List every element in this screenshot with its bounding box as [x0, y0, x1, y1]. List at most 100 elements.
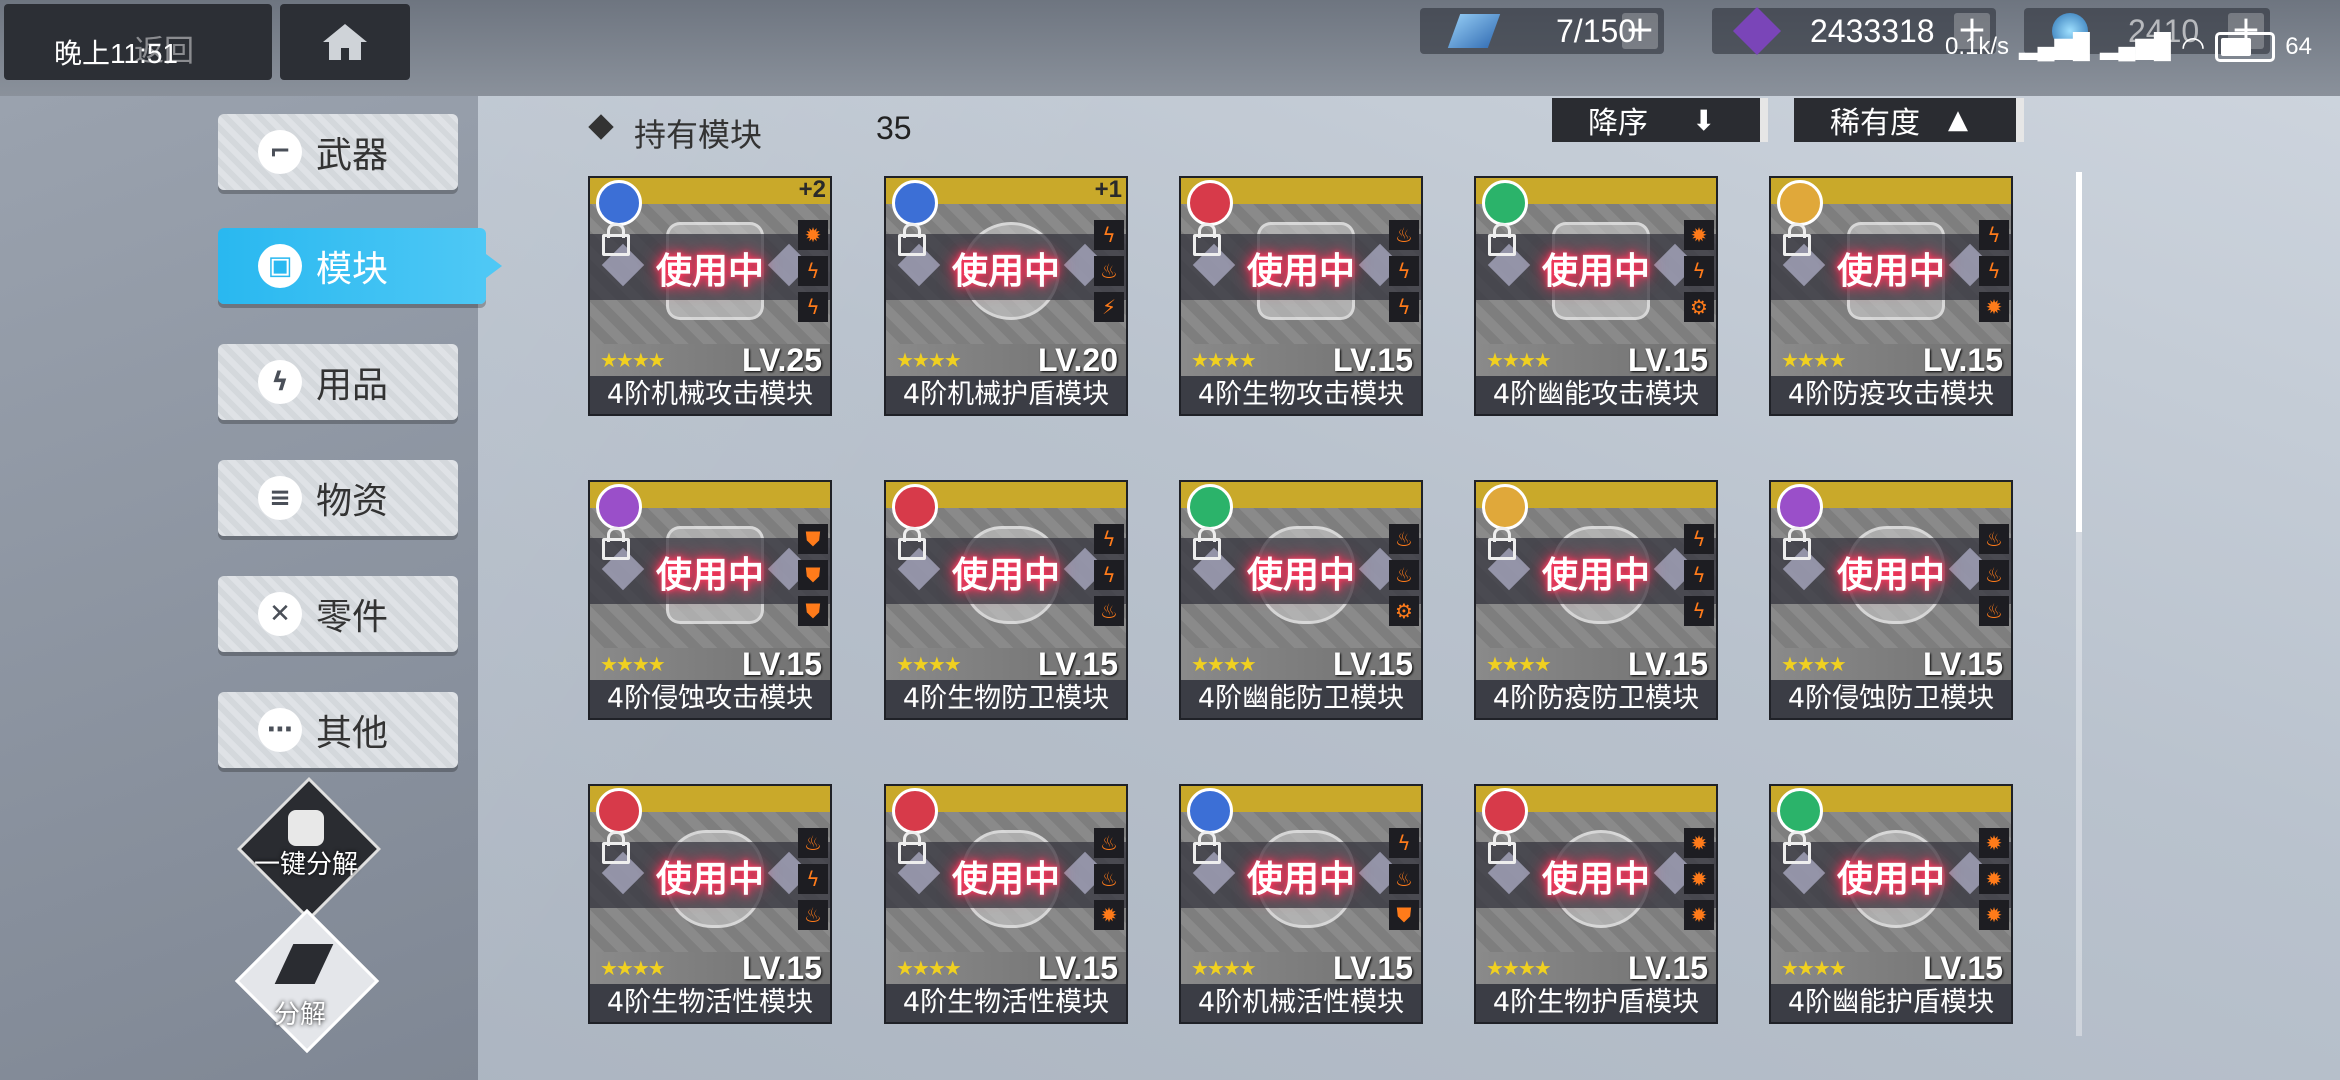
- lock-icon[interactable]: [898, 223, 926, 256]
- sort-order-button[interactable]: 降序 ⬇: [1552, 98, 1768, 142]
- scrollbar-thumb[interactable]: [2076, 172, 2082, 532]
- stat-icon: ⚙: [1389, 596, 1419, 626]
- lock-icon[interactable]: [1488, 223, 1516, 256]
- stat-icon: ϟ: [1389, 292, 1419, 322]
- stat-icon: ✹: [1094, 900, 1124, 930]
- module-card[interactable]: 使用中 ϟ ϟ ✹ ★★★★ LV.15 4阶防疫攻击模块: [1769, 176, 2013, 416]
- download-arrow-icon: ⬇: [1692, 103, 1716, 137]
- element-badge-icon: [892, 180, 938, 226]
- stat-icon: ϟ: [1979, 220, 2009, 250]
- lock-icon[interactable]: [602, 831, 630, 864]
- module-level: LV.20: [1037, 342, 1118, 378]
- module-level: LV.15: [1037, 950, 1118, 986]
- module-card[interactable]: 使用中 +2 ✹ ϟ ϟ ★★★★ LV.25 4阶机械攻击模块: [588, 176, 832, 416]
- quick-dismantle-button[interactable]: 一键分解: [236, 776, 382, 922]
- sidebar-item-weapon[interactable]: ⌐ 武器: [218, 114, 458, 190]
- stat-icon: ✹: [798, 220, 828, 250]
- rarity-stars: ★★★★: [896, 348, 962, 372]
- rarity-stars: ★★★★: [1781, 956, 1847, 980]
- sidebar-item-label: 模块: [316, 249, 389, 290]
- module-card[interactable]: 使用中 ✹ ϟ ⚙ ★★★★ LV.15 4阶幽能攻击模块: [1474, 176, 1718, 416]
- crystal-value: 2433318: [1810, 12, 1935, 49]
- stat-icon: ♨: [1389, 560, 1419, 590]
- module-card[interactable]: 使用中 ✹ ✹ ✹ ★★★★ LV.15 4阶生物护盾模块: [1474, 784, 1718, 1024]
- capacity-plus-button[interactable]: +: [1622, 12, 1658, 49]
- lock-icon[interactable]: [1193, 831, 1221, 864]
- signal-icon: ▂▄▆█: [2019, 33, 2090, 60]
- stat-icons: ϟ ϟ ✹: [1979, 220, 2009, 328]
- element-badge-icon: [1777, 484, 1823, 530]
- lock-icon[interactable]: [898, 527, 926, 560]
- lock-icon[interactable]: [1783, 223, 1811, 256]
- module-card[interactable]: 使用中 ♨ ϟ ϟ ★★★★ LV.15 4阶生物攻击模块: [1179, 176, 1423, 416]
- rarity-triangle-icon: ▲: [1948, 105, 1968, 135]
- module-card[interactable]: 使用中 ϟ ϟ ♨ ★★★★ LV.15 4阶生物防卫模块: [884, 480, 1128, 720]
- stat-icon: ✹: [1684, 220, 1714, 250]
- sidebar-item-label: 零件: [316, 597, 389, 638]
- module-card[interactable]: 使用中 ϟ ϟ ϟ ★★★★ LV.15 4阶防疫防卫模块: [1474, 480, 1718, 720]
- owned-modules-count: 35: [876, 110, 912, 146]
- stat-icon: ϟ: [798, 256, 828, 286]
- module-card[interactable]: 使用中 +1 ϟ ♨ ⚡ ★★★★ LV.20 4阶机械护盾模块: [884, 176, 1128, 416]
- rarity-stars: ★★★★: [600, 348, 666, 372]
- lock-icon[interactable]: [1193, 223, 1221, 256]
- module-card[interactable]: 使用中 ♨ ϟ ♨ ★★★★ LV.15 4阶生物活性模块: [588, 784, 832, 1024]
- stat-icons: ♨ ♨ ⚙: [1389, 524, 1419, 632]
- sidebar-item-other[interactable]: ⋯ 其他: [218, 692, 458, 768]
- module-level: LV.15: [1332, 950, 1413, 986]
- module-name: 4阶机械护盾模块: [886, 376, 1126, 414]
- module-name: 4阶幽能攻击模块: [1476, 376, 1716, 414]
- lock-icon[interactable]: [1488, 527, 1516, 560]
- stat-icon: ⚙: [1684, 292, 1714, 322]
- element-badge-icon: [596, 180, 642, 226]
- dismantle-button[interactable]: 分解: [234, 908, 380, 1054]
- stat-icon: ⛊: [1389, 900, 1419, 930]
- lock-icon[interactable]: [1783, 831, 1811, 864]
- element-badge-icon: [1187, 484, 1233, 530]
- lock-icon[interactable]: [602, 527, 630, 560]
- stat-icons: ♨ ♨ ♨: [1979, 524, 2009, 632]
- rarity-stars: ★★★★: [1486, 348, 1552, 372]
- capacity-icon: [1447, 14, 1501, 48]
- module-card[interactable]: 使用中 ♨ ♨ ✹ ★★★★ LV.15 4阶生物活性模块: [884, 784, 1128, 1024]
- module-card[interactable]: 使用中 ⛊ ⛊ ⛊ ★★★★ LV.15 4阶侵蚀攻击模块: [588, 480, 832, 720]
- element-badge-icon: [1777, 180, 1823, 226]
- stat-icon: ✹: [1979, 864, 2009, 894]
- purple-crystal-icon: [1732, 6, 1782, 56]
- sidebar-item-supplies[interactable]: ϟ 用品: [218, 344, 458, 420]
- net-speed: 0.1k/s: [1944, 32, 2010, 60]
- sort-label: 降序: [1588, 106, 1648, 141]
- stat-icons: ϟ ♨ ⚡: [1094, 220, 1124, 328]
- lock-icon[interactable]: [1783, 527, 1811, 560]
- stat-icon: ϟ: [1684, 524, 1714, 554]
- module-name: 4阶机械攻击模块: [590, 376, 830, 414]
- stat-icons: ⛊ ⛊ ⛊: [798, 524, 828, 632]
- sidebar-item-materials[interactable]: ≡ 物资: [218, 460, 458, 536]
- lock-icon[interactable]: [1488, 831, 1516, 864]
- stat-icon: ⛊: [798, 560, 828, 590]
- module-level: LV.15: [1332, 646, 1413, 682]
- lock-icon[interactable]: [1193, 527, 1221, 560]
- module-card[interactable]: 使用中 ✹ ✹ ✹ ★★★★ LV.15 4阶幽能护盾模块: [1769, 784, 2013, 1024]
- rarity-stars: ★★★★: [1486, 956, 1552, 980]
- module-card[interactable]: 使用中 ♨ ♨ ⚙ ★★★★ LV.15 4阶幽能防卫模块: [1179, 480, 1423, 720]
- stat-icon: ♨: [798, 900, 828, 930]
- stat-icon: ♨: [1094, 596, 1124, 626]
- stat-icon: ϟ: [1979, 256, 2009, 286]
- rarity-sort-button[interactable]: 稀有度 ▲: [1794, 98, 2024, 142]
- sidebar-item-module[interactable]: ▣ 模块: [218, 228, 502, 304]
- back-button[interactable]: 晚上11:51 返回: [4, 4, 272, 80]
- module-card[interactable]: 使用中 ϟ ♨ ⛊ ★★★★ LV.15 4阶机械活性模块: [1179, 784, 1423, 1024]
- lock-icon[interactable]: [602, 223, 630, 256]
- module-card[interactable]: 使用中 ♨ ♨ ♨ ★★★★ LV.15 4阶侵蚀防卫模块: [1769, 480, 2013, 720]
- module-level: LV.15: [1922, 646, 2003, 682]
- rarity-stars: ★★★★: [1486, 652, 1552, 676]
- home-button[interactable]: [280, 4, 410, 80]
- sidebar-item-parts[interactable]: ✕ 零件: [218, 576, 458, 652]
- rarity-stars: ★★★★: [600, 956, 666, 980]
- lock-icon[interactable]: [898, 831, 926, 864]
- module-level: LV.15: [1922, 950, 2003, 986]
- stat-icons: ♨ ♨ ✹: [1094, 828, 1124, 936]
- module-level: LV.15: [1332, 342, 1413, 378]
- rarity-stars: ★★★★: [896, 652, 962, 676]
